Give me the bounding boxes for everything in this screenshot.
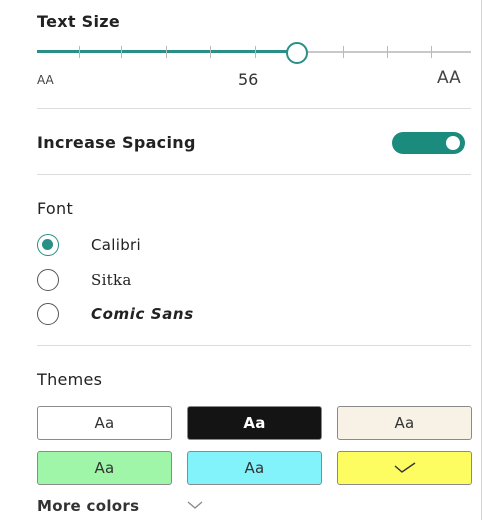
radio-button[interactable] <box>37 234 59 256</box>
slider-thumb[interactable] <box>286 42 308 64</box>
font-option-label: Sitka <box>91 271 132 289</box>
theme-swatch-white[interactable]: Aa <box>37 406 172 440</box>
slider-tick <box>79 46 80 58</box>
checkmark-icon <box>394 462 415 473</box>
radio-button[interactable] <box>37 303 59 325</box>
radio-dot <box>42 239 53 250</box>
slider-tick <box>431 46 432 58</box>
text-size-value: 56 <box>238 70 259 89</box>
slider-tick <box>121 46 122 58</box>
text-size-large-label: AA <box>437 68 461 88</box>
radio-button[interactable] <box>37 269 59 291</box>
divider <box>37 108 471 109</box>
font-option-label: Comic Sans <box>91 305 194 323</box>
toggle-knob <box>446 136 460 150</box>
theme-swatch-black[interactable]: Aa <box>187 406 322 440</box>
slider-fill <box>37 50 297 53</box>
slider-tick <box>210 46 211 58</box>
divider <box>37 345 471 346</box>
slider-tick <box>387 46 388 58</box>
font-option-label: Calibri <box>91 236 141 254</box>
theme-swatch-green[interactable]: Aa <box>37 451 172 485</box>
font-option-sitka[interactable]: Sitka <box>37 268 337 292</box>
theme-swatch-yellow[interactable] <box>337 451 472 485</box>
slider-tick <box>166 46 167 58</box>
increase-spacing-label: Increase Spacing <box>37 133 196 152</box>
font-title: Font <box>37 199 74 218</box>
increase-spacing-toggle[interactable] <box>392 132 465 154</box>
text-size-title: Text Size <box>37 12 121 31</box>
font-option-comic-sans[interactable]: Comic Sans <box>37 302 337 326</box>
slider-tick <box>255 46 256 58</box>
themes-title: Themes <box>37 370 103 389</box>
text-size-small-label: AA <box>37 73 54 87</box>
chevron-down-icon[interactable] <box>186 500 204 510</box>
text-size-slider[interactable] <box>37 40 471 64</box>
slider-tick <box>343 46 344 58</box>
font-option-calibri[interactable]: Calibri <box>37 233 337 257</box>
theme-swatch-sepia[interactable]: Aa <box>337 406 472 440</box>
immersive-reader-settings-panel: Text Size AA 56 AA Increase Spacing Font… <box>0 0 482 520</box>
theme-swatch-cyan[interactable]: Aa <box>187 451 322 485</box>
more-colors-button[interactable]: More colors <box>37 497 139 515</box>
divider <box>37 174 471 175</box>
